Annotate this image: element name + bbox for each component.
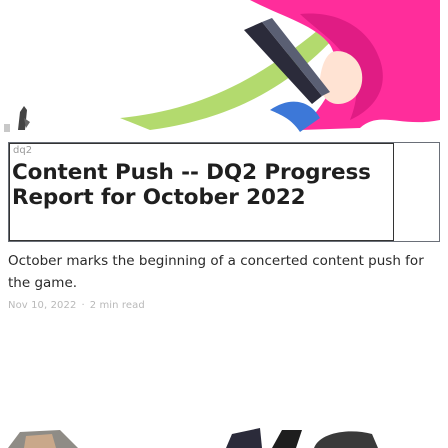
post-title-card[interactable]: dq2 Content Push -- DQ2 Progress Report … [8,142,440,242]
next-post-artwork-icon [8,428,378,448]
post-title[interactable]: Content Push -- DQ2 Progress Report for … [12,160,392,210]
post-meta: Nov 10, 2022 · 2 min read [8,300,145,311]
small-figure-icon [4,106,30,132]
hero-image[interactable] [0,0,448,136]
image-alt-text: dq2 [13,145,33,156]
post-excerpt: October marks the beginning of a concert… [8,253,424,291]
meta-separator: · [81,300,85,311]
post-title-block[interactable]: dq2 Content Push -- DQ2 Progress Report … [9,143,394,241]
hero-artwork-icon [4,0,440,134]
blog-post-page: dq2 Content Push -- DQ2 Progress Report … [0,0,448,448]
read-time: 2 min read [89,300,145,311]
next-post-thumbnail[interactable] [0,414,448,448]
post-date: Nov 10, 2022 [8,300,77,311]
